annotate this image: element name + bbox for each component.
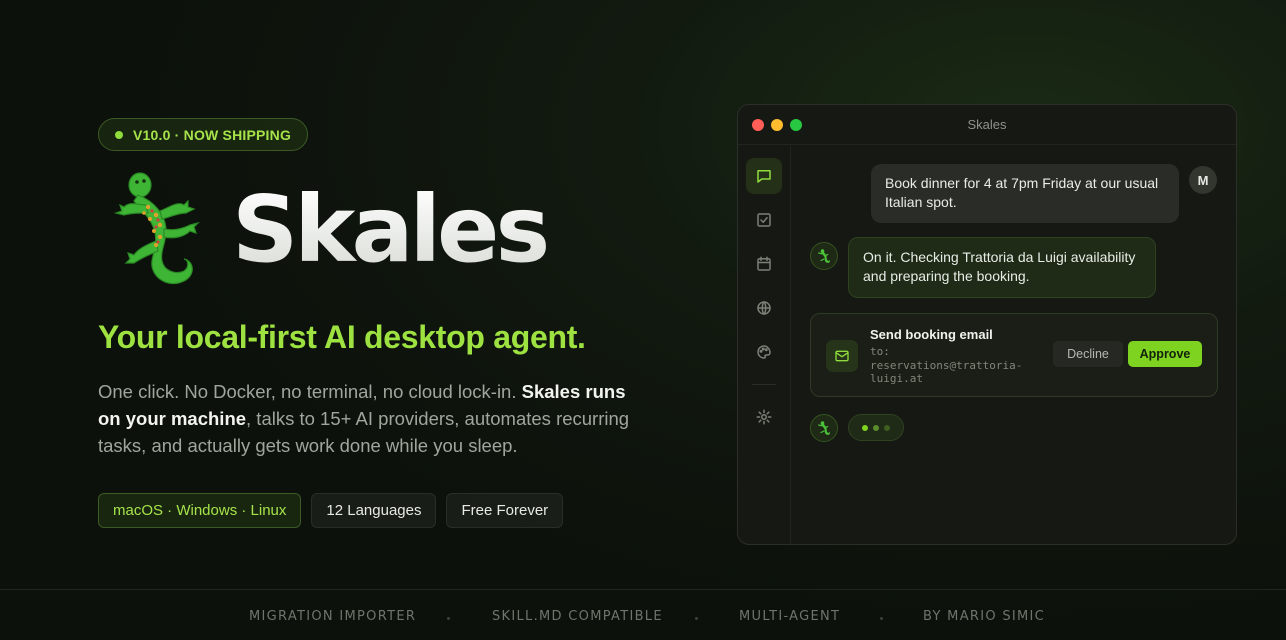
status-dot-icon (115, 130, 123, 139)
brand-row: Skales (98, 171, 658, 289)
app-sidebar (738, 146, 791, 544)
sidebar-item-settings[interactable] (746, 399, 782, 435)
agent-avatar-typing (810, 414, 838, 442)
checklist-icon (757, 213, 771, 227)
feature-strip: MIGRATION IMPORTER SKILL.MD COMPATIBLE M… (0, 609, 1286, 629)
chip-free-forever[interactable]: Free Forever (446, 493, 564, 528)
mail-icon (835, 350, 849, 362)
globe-icon (757, 301, 771, 315)
user-message-bubble: Book dinner for 4 at 7pm Friday at our u… (871, 164, 1179, 223)
footer-divider (0, 589, 1286, 590)
agent-message-bubble: On it. Checking Trattoria da Luigi avail… (848, 237, 1156, 298)
footer-item-migration: MIGRATION IMPORTER (249, 609, 417, 624)
sidebar-item-chat[interactable] (746, 158, 782, 194)
window-titlebar: Skales (738, 105, 1236, 145)
footer-item-skill-md: SKILL.MD COMPATIBLE (492, 609, 663, 624)
chat-panel: Book dinner for 4 at 7pm Friday at our u… (791, 146, 1236, 544)
hero-description: One click. No Docker, no terminal, no cl… (98, 378, 638, 459)
lizard-icon (818, 421, 830, 435)
sidebar-item-tasks[interactable] (746, 202, 782, 238)
window-title: Skales (967, 117, 1007, 132)
agent-avatar (810, 242, 838, 270)
hero-section: V10.0 · NOW SHIPPING Skales Your local-f… (98, 118, 658, 528)
calendar-icon (757, 256, 771, 271)
footer-item-multi-agent: MULTI-AGENT (739, 609, 841, 624)
sidebar-item-themes[interactable] (746, 334, 782, 370)
sidebar-item-calendar[interactable] (746, 246, 782, 282)
mail-icon-container (826, 340, 858, 372)
decline-button[interactable]: Decline (1053, 341, 1123, 367)
chip-platforms[interactable]: macOS · Windows · Linux (98, 493, 302, 528)
chat-icon (757, 170, 771, 183)
typing-dot (873, 424, 879, 431)
footer-dot (447, 617, 450, 620)
action-title: Send booking email (870, 327, 993, 342)
footer-dot (695, 617, 698, 620)
chip-languages[interactable]: 12 Languages (311, 493, 437, 528)
footer-item-author: BY MARIO SIMIC (923, 609, 1046, 624)
sidebar-divider (752, 384, 776, 385)
version-badge-label: V10.0 · NOW SHIPPING (133, 126, 292, 143)
user-avatar[interactable]: M (1189, 166, 1217, 194)
palette-icon (757, 345, 771, 359)
typing-dot (862, 424, 868, 431)
tagline: Your local-first AI desktop agent. (98, 319, 586, 355)
lizard-logo-icon (113, 172, 200, 285)
footer-dot (880, 617, 883, 620)
settings-icon (756, 409, 772, 425)
action-recipient: to: reservations@trattoria-luigi.at (870, 345, 1023, 385)
feature-chips: macOS · Windows · Linux 12 Languages Fre… (98, 493, 658, 528)
app-window-preview: Skales Book dinner for 4 at 7pm Friday a… (737, 104, 1237, 545)
typing-indicator (848, 414, 904, 441)
version-badge[interactable]: V10.0 · NOW SHIPPING (98, 118, 309, 151)
description-part-1: One click. No Docker, no terminal, no cl… (98, 381, 522, 402)
sidebar-item-browser[interactable] (746, 290, 782, 326)
typing-dot (884, 424, 890, 431)
approve-button[interactable]: Approve (1128, 341, 1202, 367)
action-approval-card: Send booking email to: reservations@trat… (810, 313, 1218, 397)
lizard-icon (818, 249, 830, 263)
brand-title: Skales (232, 176, 550, 283)
